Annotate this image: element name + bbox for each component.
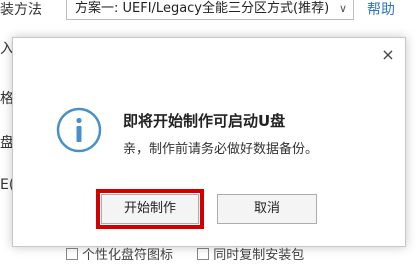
cancel-button[interactable]: 取消 [217, 194, 317, 224]
start-button[interactable]: 开始制作 [101, 194, 199, 224]
scheme-select-value: 方案一: UEFI/Legacy全能三分区方式(推荐) [75, 1, 330, 16]
help-link[interactable]: 帮助 [367, 0, 395, 20]
personalize-icon-label: 个性化盘符图标 [82, 248, 174, 263]
confirm-dialog: × 即将开始制作可启动U盘 亲，制作前请务必做好数据备份。 开始制作 取消 [12, 37, 406, 247]
copy-package-checkbox[interactable] [197, 248, 210, 260]
personalize-icon-checkbox[interactable] [66, 248, 78, 260]
close-button[interactable]: × [379, 46, 397, 64]
dialog-message: 亲，制作前请务必做好数据备份。 [123, 142, 319, 157]
install-method-label: 装方法 [0, 2, 42, 18]
chevron-down-icon: ∨ [338, 2, 347, 15]
copy-package-label: 同时复制安装包 [213, 248, 305, 263]
info-icon [56, 107, 102, 153]
dialog-title: 即将开始制作可启动U盘 [123, 112, 286, 130]
scheme-select[interactable]: 方案一: UEFI/Legacy全能三分区方式(推荐) ∨ [66, 0, 354, 20]
